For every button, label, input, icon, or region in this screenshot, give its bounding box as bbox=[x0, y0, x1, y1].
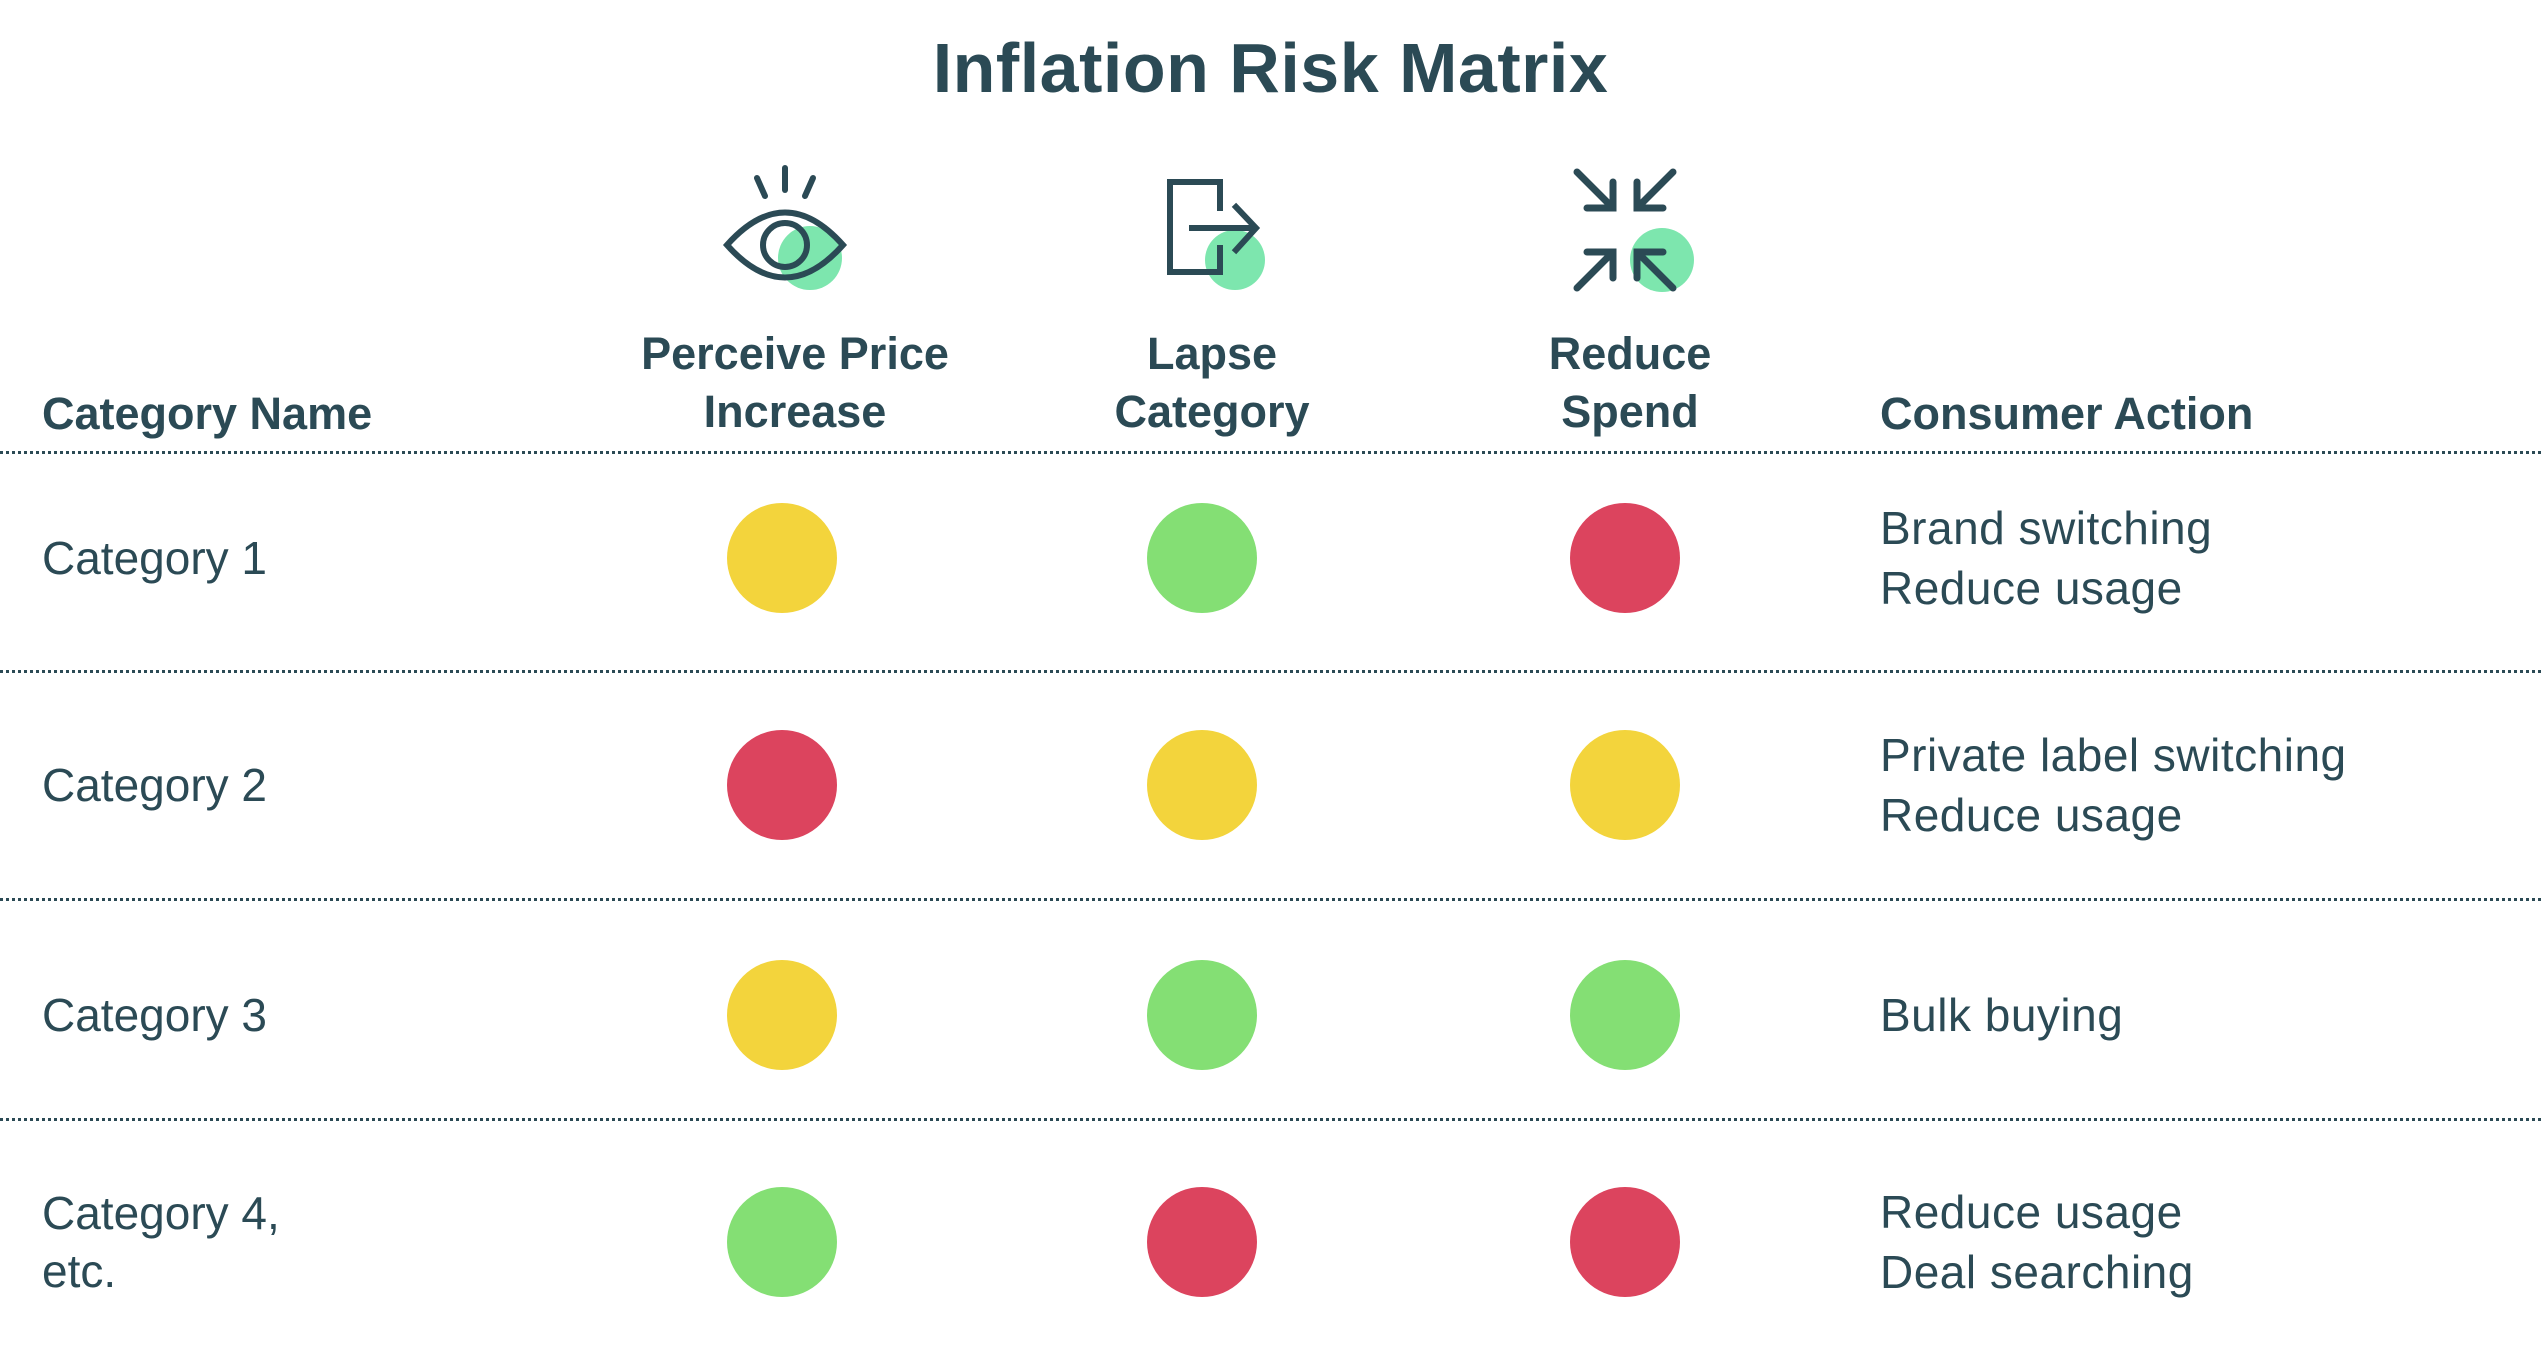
compress-arrows-icon bbox=[1573, 168, 1694, 292]
rating-dot-low bbox=[1570, 960, 1680, 1070]
row-divider bbox=[0, 1118, 2541, 1121]
header-lapse-category: Lapse Category bbox=[1002, 325, 1422, 441]
rating-dot-medium bbox=[727, 960, 837, 1070]
header-line: Perceive Price bbox=[641, 328, 949, 379]
row-divider bbox=[0, 670, 2541, 673]
action-line: Private label switching bbox=[1880, 729, 2347, 781]
consumer-action: Brand switching Reduce usage bbox=[1880, 498, 2212, 618]
header-line: Lapse bbox=[1146, 328, 1278, 379]
rating-dot-medium bbox=[1147, 730, 1257, 840]
rating-dot-high bbox=[1570, 503, 1680, 613]
action-line: Reduce usage bbox=[1880, 1186, 2183, 1238]
header-line: Spend bbox=[1561, 386, 1699, 437]
category-line: Category 3 bbox=[42, 989, 268, 1041]
category-line: Category 2 bbox=[42, 759, 268, 811]
rating-dot-low bbox=[1147, 960, 1257, 1070]
action-line: Reduce usage bbox=[1880, 562, 2183, 614]
consumer-action: Reduce usage Deal searching bbox=[1880, 1182, 2194, 1302]
action-line: Deal searching bbox=[1880, 1246, 2194, 1298]
category-name: Category 4, etc. bbox=[42, 1184, 280, 1300]
category-name: Category 3 bbox=[42, 986, 267, 1044]
header-line: Increase bbox=[703, 386, 887, 437]
rating-dot-low bbox=[727, 1187, 837, 1297]
row-divider bbox=[0, 898, 2541, 901]
header-line: Category bbox=[1114, 386, 1310, 437]
category-line: Category 4, bbox=[42, 1187, 280, 1239]
header-reduce-spend: Reduce Spend bbox=[1420, 325, 1840, 441]
action-line: Brand switching bbox=[1880, 502, 2213, 554]
eye-icon bbox=[722, 165, 848, 290]
rating-dot-high bbox=[727, 730, 837, 840]
action-line: Reduce usage bbox=[1880, 789, 2183, 841]
rating-dot-medium bbox=[1570, 730, 1680, 840]
page-title: Inflation Risk Matrix bbox=[932, 29, 1609, 107]
category-name: Category 2 bbox=[42, 756, 267, 814]
category-line: etc. bbox=[42, 1245, 117, 1297]
category-line: Category 1 bbox=[42, 532, 268, 584]
category-name: Category 1 bbox=[42, 529, 267, 587]
header-perceive-price-increase: Perceive Price Increase bbox=[585, 325, 1005, 441]
header-divider bbox=[0, 451, 2541, 454]
rating-dot-medium bbox=[727, 503, 837, 613]
rating-dot-low bbox=[1147, 503, 1257, 613]
action-line: Bulk buying bbox=[1880, 989, 2124, 1041]
consumer-action: Private label switching Reduce usage bbox=[1880, 725, 2347, 845]
rating-dot-high bbox=[1147, 1187, 1257, 1297]
header-category-name: Category Name bbox=[42, 388, 373, 439]
exit-icon bbox=[1167, 179, 1265, 290]
consumer-action: Bulk buying bbox=[1880, 985, 2123, 1045]
rating-dot-high bbox=[1570, 1187, 1680, 1297]
header-line: Reduce bbox=[1548, 328, 1712, 379]
header-consumer-action: Consumer Action bbox=[1880, 388, 2254, 439]
